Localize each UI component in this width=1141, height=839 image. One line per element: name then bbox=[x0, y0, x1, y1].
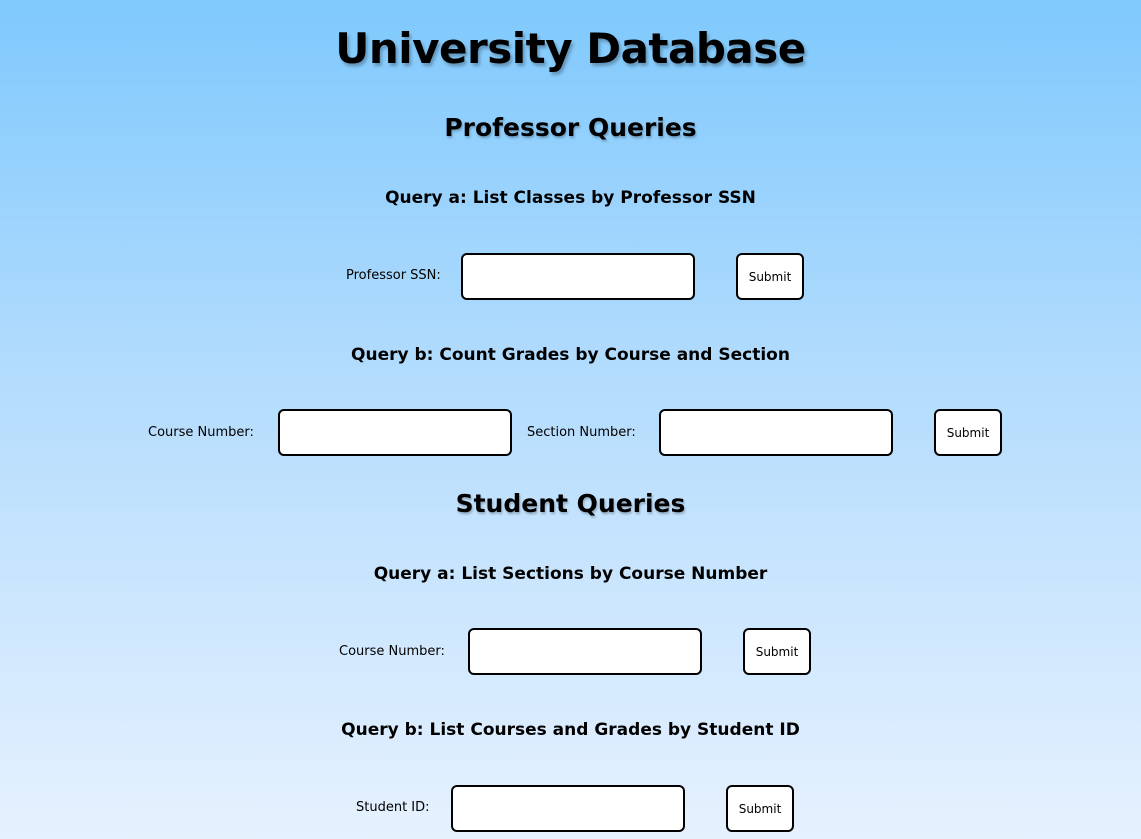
student-queries-heading: Student Queries bbox=[455, 489, 686, 518]
professor-query-b-title: Query b: Count Grades by Course and Sect… bbox=[351, 345, 790, 365]
professor-query-b-submit-button[interactable]: Submit bbox=[934, 409, 1002, 456]
student-id-input[interactable] bbox=[451, 785, 685, 832]
professor-query-a-title: Query a: List Classes by Professor SSN bbox=[385, 188, 756, 208]
professor-ssn-input[interactable] bbox=[461, 253, 695, 300]
student-id-label: Student ID: bbox=[356, 800, 430, 815]
student-course-number-input[interactable] bbox=[468, 628, 702, 675]
student-query-b-title: Query b: List Courses and Grades by Stud… bbox=[341, 720, 800, 740]
student-query-a-title: Query a: List Sections by Course Number bbox=[373, 564, 768, 584]
student-course-number-label: Course Number: bbox=[339, 644, 445, 659]
course-number-label: Course Number: bbox=[148, 425, 254, 440]
section-number-label: Section Number: bbox=[527, 425, 636, 440]
professor-ssn-label: Professor SSN: bbox=[346, 268, 441, 283]
student-query-b-submit-button[interactable]: Submit bbox=[726, 785, 794, 832]
professor-queries-heading: Professor Queries bbox=[444, 113, 697, 142]
section-number-input[interactable] bbox=[659, 409, 893, 456]
course-number-input[interactable] bbox=[278, 409, 512, 456]
page-title: University Database bbox=[335, 24, 806, 73]
professor-query-a-submit-button[interactable]: Submit bbox=[736, 253, 804, 300]
student-query-a-submit-button[interactable]: Submit bbox=[743, 628, 811, 675]
